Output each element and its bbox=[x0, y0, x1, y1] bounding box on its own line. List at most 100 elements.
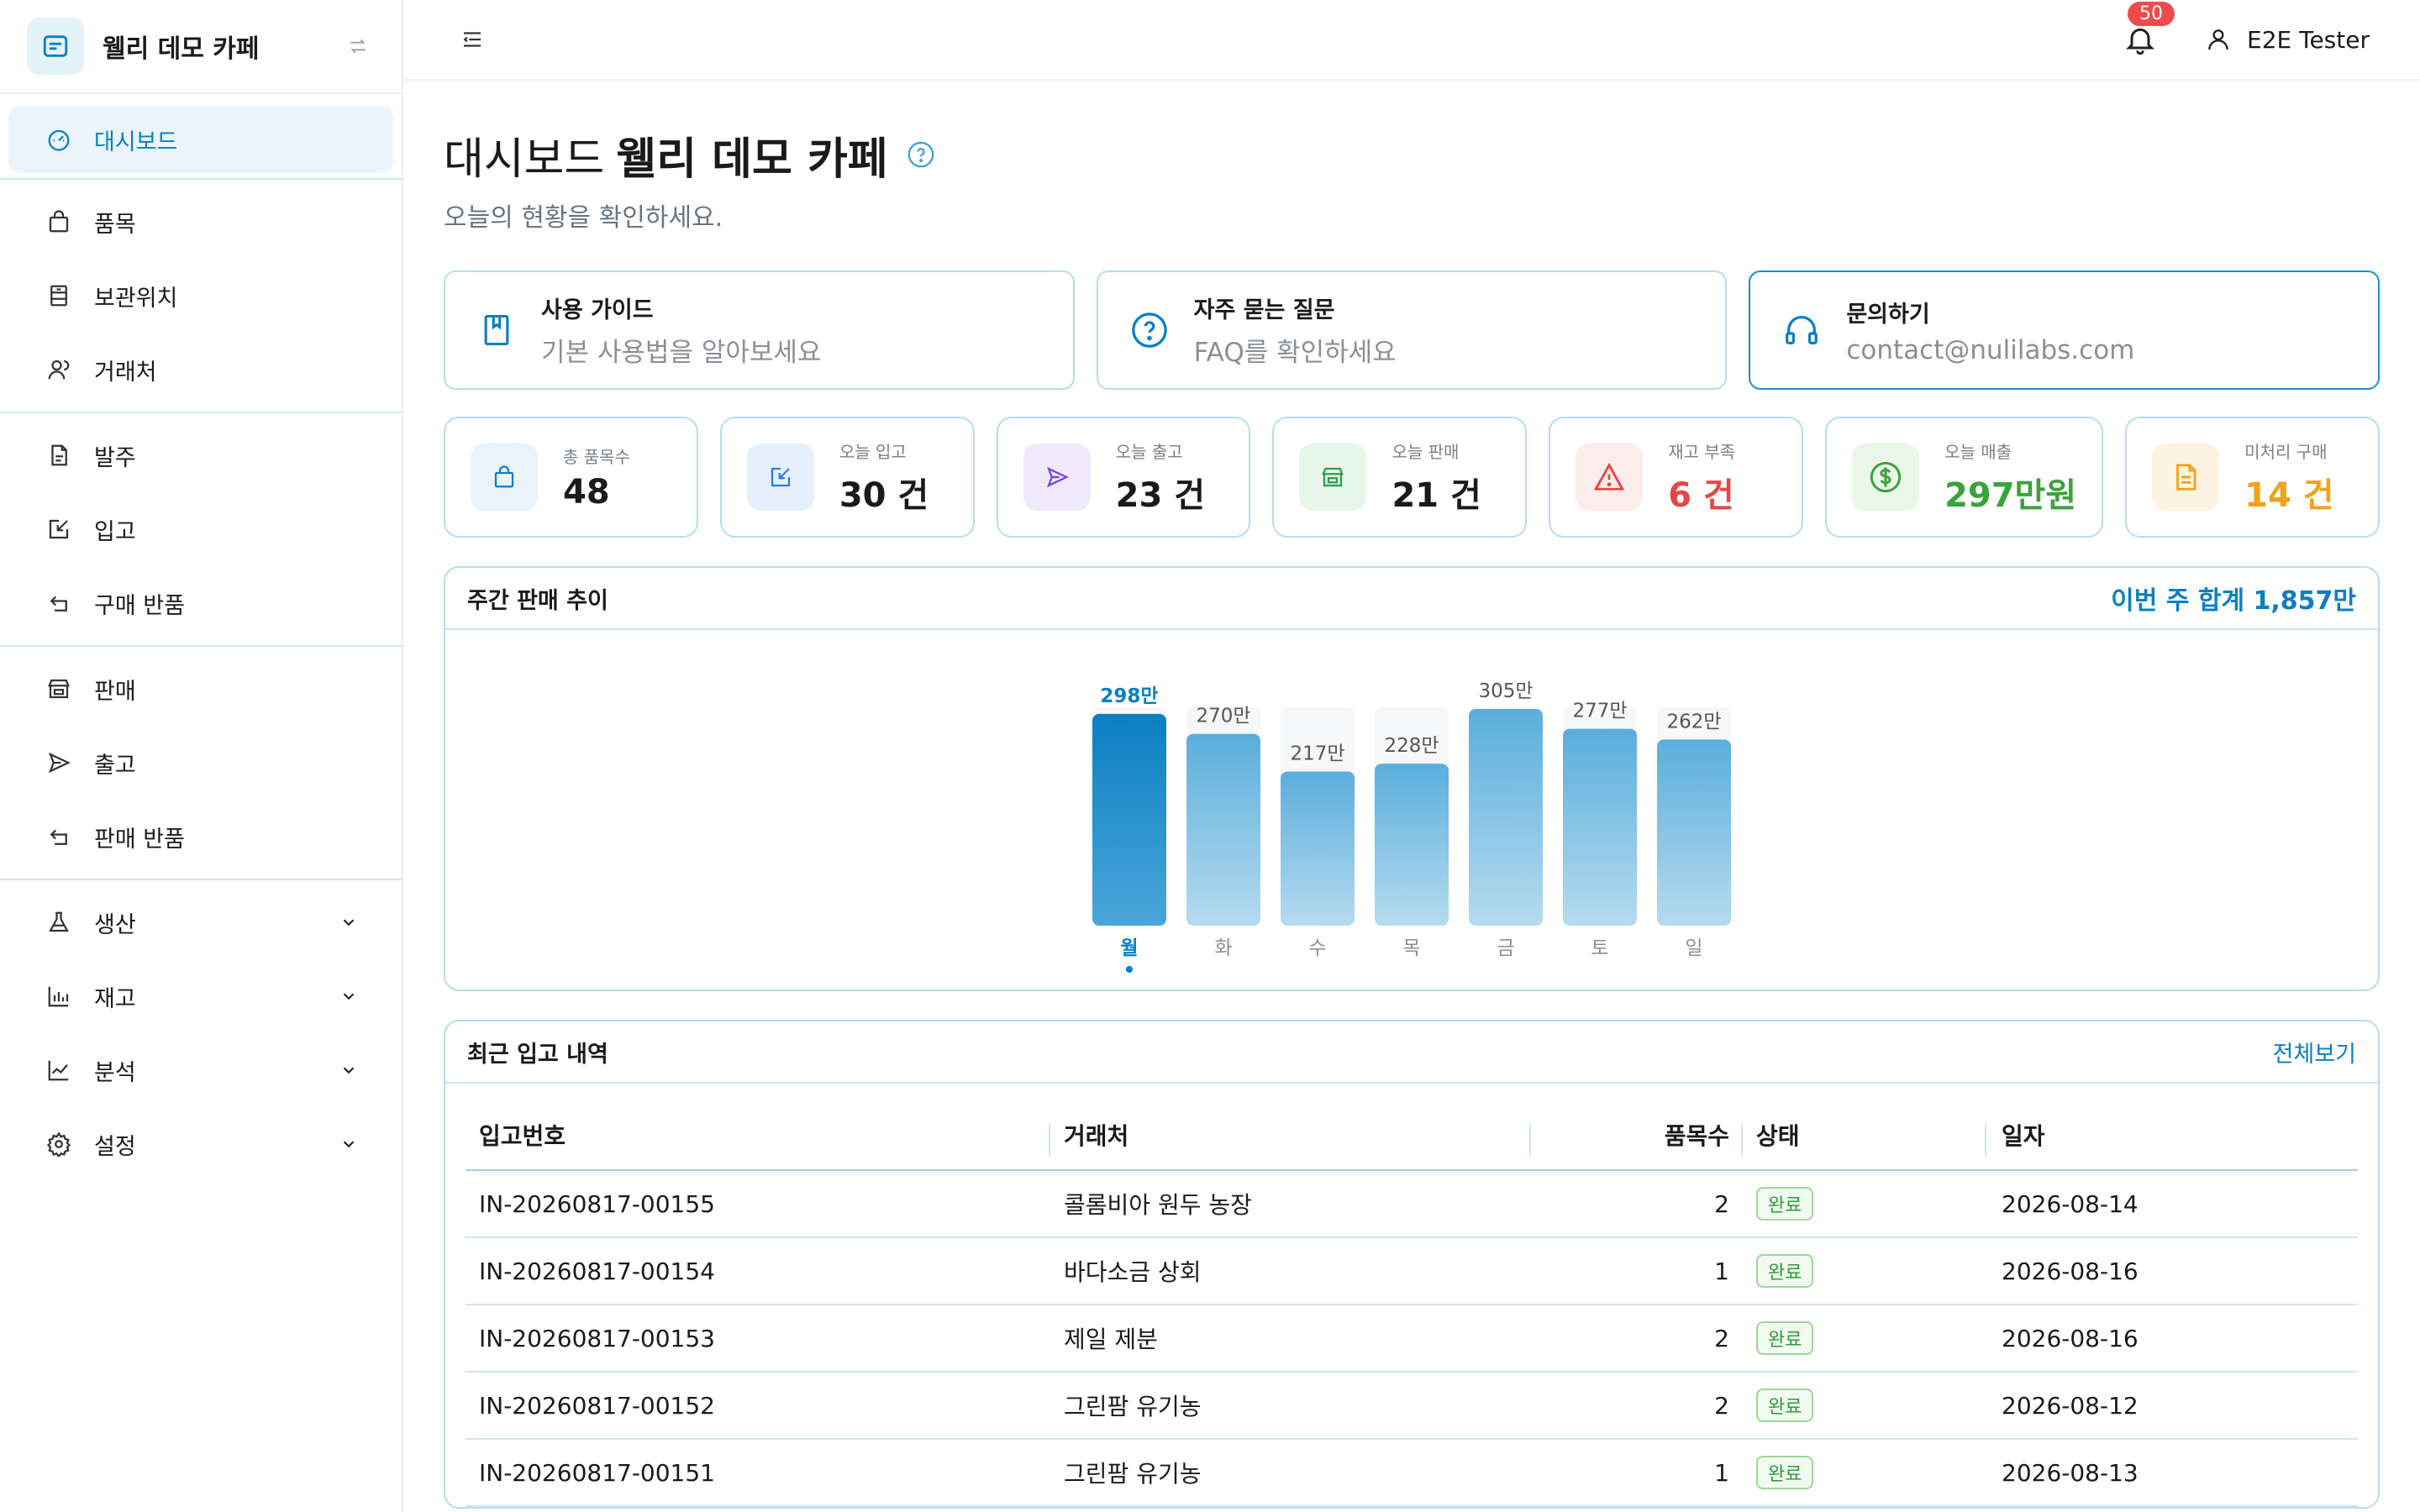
chevron-down-icon bbox=[336, 984, 361, 1009]
flask-icon bbox=[42, 906, 76, 939]
stat-value: 48 bbox=[563, 472, 610, 512]
category-label: 일 bbox=[1685, 937, 1702, 959]
sidebar-item[interactable]: 판매 반품 bbox=[0, 800, 402, 874]
gauge-icon bbox=[42, 123, 76, 156]
stat-card[interactable]: 오늘 판매 21 건 bbox=[1272, 417, 1528, 538]
sidebar-item[interactable]: 출고 bbox=[0, 726, 402, 800]
table-cell: 2026-08-14 bbox=[2002, 1189, 2139, 1218]
bar[interactable] bbox=[1281, 771, 1355, 926]
send-icon bbox=[1023, 444, 1091, 511]
help-icon[interactable] bbox=[907, 140, 935, 169]
stat-value: 23 건 bbox=[1115, 475, 1206, 515]
column-header[interactable]: 상태 bbox=[1743, 1118, 1986, 1157]
column-header[interactable]: 일자 bbox=[1986, 1118, 2358, 1152]
sidebar-item-label: 판매 bbox=[94, 678, 136, 705]
sidebar-item[interactable]: 거래처 bbox=[0, 333, 402, 407]
nav-group: 대시보드 bbox=[0, 101, 402, 180]
category-label: 수 bbox=[1308, 937, 1326, 959]
bar[interactable] bbox=[1469, 709, 1543, 926]
sidebar-item[interactable]: 보관위치 bbox=[0, 259, 402, 333]
cabinet-icon bbox=[42, 279, 76, 312]
stat-card[interactable]: 총 품목수 48 bbox=[444, 417, 698, 538]
status-badge: 완료 bbox=[1756, 1321, 1814, 1355]
stat-card[interactable]: 오늘 출고 23 건 bbox=[996, 417, 1251, 538]
bar[interactable] bbox=[1092, 713, 1166, 926]
stat-card[interactable]: 오늘 입고 30 건 bbox=[719, 417, 975, 538]
stat-cards: 총 품목수 48 오늘 입고 30 건 오늘 출고 23 건 오늘 판매 21 건 재고 부족 6… bbox=[444, 417, 2380, 538]
sidebar-item[interactable]: 구매 반품 bbox=[0, 566, 402, 640]
chevron-down-icon bbox=[336, 910, 361, 935]
status-cell: 완료 bbox=[1743, 1187, 1986, 1221]
dollar-icon bbox=[1852, 444, 1920, 511]
notification-bell-icon[interactable]: 50 bbox=[2119, 2, 2175, 60]
sidebar-item[interactable]: 생산 bbox=[0, 885, 402, 959]
view-all-link[interactable]: 전체보기 bbox=[2273, 1036, 2356, 1068]
menu-toggle-icon[interactable] bbox=[455, 23, 489, 56]
sidebar-item[interactable]: 품목 bbox=[0, 185, 402, 259]
quick-link-card[interactable]: 사용 가이드 기본 사용법을 알아보세요 bbox=[444, 270, 1075, 390]
stat-label: 총 품목수 bbox=[563, 446, 630, 467]
table-cell: 콜롬비아 원두 농장 bbox=[1064, 1191, 1252, 1219]
stat-label: 오늘 입고 bbox=[839, 441, 907, 462]
table-row[interactable]: IN-20260817-00155 콜롬비아 원두 농장 2 완료 2026-08-14 bbox=[466, 1171, 2358, 1238]
quick-link-card[interactable]: 문의하기 contact@nulilabs.com bbox=[1749, 270, 2381, 390]
sidebar-nav: 대시보드품목보관위치 거래처발주 입고 구매 반품판매출고판매 반품생산재고분석 설정 bbox=[0, 94, 402, 1193]
bar-value-label: 228만 bbox=[1384, 735, 1439, 757]
nav-group: 품목보관위치 거래처 bbox=[0, 180, 402, 413]
sidebar-item[interactable]: 판매 bbox=[0, 652, 402, 726]
status-badge: 완료 bbox=[1756, 1389, 1814, 1422]
sidebar-item[interactable]: 재고 bbox=[0, 959, 402, 1033]
sidebar-item-label: 재고 bbox=[94, 985, 136, 1012]
bar[interactable] bbox=[1563, 728, 1637, 926]
book-icon bbox=[476, 309, 518, 351]
sidebar-item-label: 품목 bbox=[94, 211, 136, 238]
gear-icon bbox=[42, 1127, 76, 1161]
weekly-sales-chart: 298만 월 270만 화 217만 수 228만 목 305만 금 277만 토 262만 일 bbox=[445, 630, 2378, 990]
stat-card[interactable]: 미처리 구매 14 건 bbox=[2125, 417, 2380, 538]
file-icon bbox=[2152, 444, 2220, 511]
bar[interactable] bbox=[1186, 733, 1260, 926]
sidebar-item[interactable]: 분석 bbox=[0, 1033, 402, 1107]
nav-group: 생산재고분석 설정 bbox=[0, 880, 402, 1186]
quick-link-subtitle: FAQ를 확인하세요 bbox=[1193, 338, 1397, 368]
bar-value-label: 217만 bbox=[1290, 743, 1344, 764]
recent-receipts-header: 최근 입고 내역 전체보기 bbox=[445, 1021, 2378, 1084]
stat-card[interactable]: 오늘 매출 297만원 bbox=[1825, 417, 2104, 538]
stat-label: 오늘 매출 bbox=[1944, 441, 2012, 462]
bar[interactable] bbox=[1375, 764, 1449, 926]
stat-card[interactable]: 재고 부족 6 건 bbox=[1549, 417, 1804, 538]
stat-label: 재고 부족 bbox=[1668, 441, 1736, 462]
return-icon bbox=[42, 820, 76, 853]
sidebar-item[interactable]: 발주 bbox=[0, 418, 402, 492]
sidebar-item[interactable]: 입고 bbox=[0, 492, 402, 566]
category-label: 토 bbox=[1591, 937, 1608, 959]
table-row[interactable]: IN-20260817-00152 그린팜 유기농 2 완료 2026-08-12 bbox=[466, 1373, 2358, 1440]
chevron-down-icon bbox=[336, 1058, 361, 1083]
table-cell: IN-20260817-00151 bbox=[479, 1458, 715, 1487]
bar[interactable] bbox=[1657, 739, 1731, 926]
sidebar: 웰리 데모 카페 대시보드 품목 보관위치 거래처 발주 입고 구매 반품 판매 출고 판매 반품… bbox=[0, 0, 403, 1512]
users-icon bbox=[42, 353, 76, 386]
quick-link-title: 문의하기 bbox=[1846, 301, 1930, 328]
table-cell: IN-20260817-00154 bbox=[479, 1257, 715, 1285]
sidebar-item[interactable]: 설정 bbox=[0, 1107, 402, 1181]
table-row[interactable]: IN-20260817-00151 그린팜 유기농 1 완료 2026-08-13 bbox=[466, 1440, 2358, 1507]
table-row[interactable]: IN-20260817-00154 바다소금 상회 1 완료 2026-08-16 bbox=[466, 1238, 2358, 1305]
sidebar-item-label: 대시보드 bbox=[94, 129, 178, 155]
weekly-sales-title: 주간 판매 추이 bbox=[467, 587, 608, 614]
user-menu[interactable]: E2E Tester bbox=[2202, 23, 2370, 56]
quick-link-card[interactable]: 자주 묻는 질문 FAQ를 확인하세요 bbox=[1096, 270, 1728, 390]
sidebar-item[interactable]: 대시보드 bbox=[8, 106, 393, 173]
page-subtitle: 오늘의 현황을 확인하세요. bbox=[444, 203, 723, 233]
category-label: 목 bbox=[1402, 937, 1420, 959]
table-row[interactable]: IN-20260817-00153 제일 제분 2 완료 2026-08-16 bbox=[466, 1305, 2358, 1373]
sidebar-item-label: 출고 bbox=[94, 752, 136, 779]
column-header[interactable]: 품목수 bbox=[1531, 1118, 1743, 1157]
column-header[interactable]: 거래처 bbox=[1050, 1118, 1531, 1157]
inbox-arrow-icon bbox=[746, 444, 814, 511]
category-label: 화 bbox=[1214, 937, 1232, 959]
return-icon bbox=[42, 586, 76, 620]
column-header[interactable]: 입고번호 bbox=[466, 1118, 1050, 1157]
category-label: 금 bbox=[1497, 937, 1514, 959]
swap-icon[interactable] bbox=[341, 29, 375, 63]
